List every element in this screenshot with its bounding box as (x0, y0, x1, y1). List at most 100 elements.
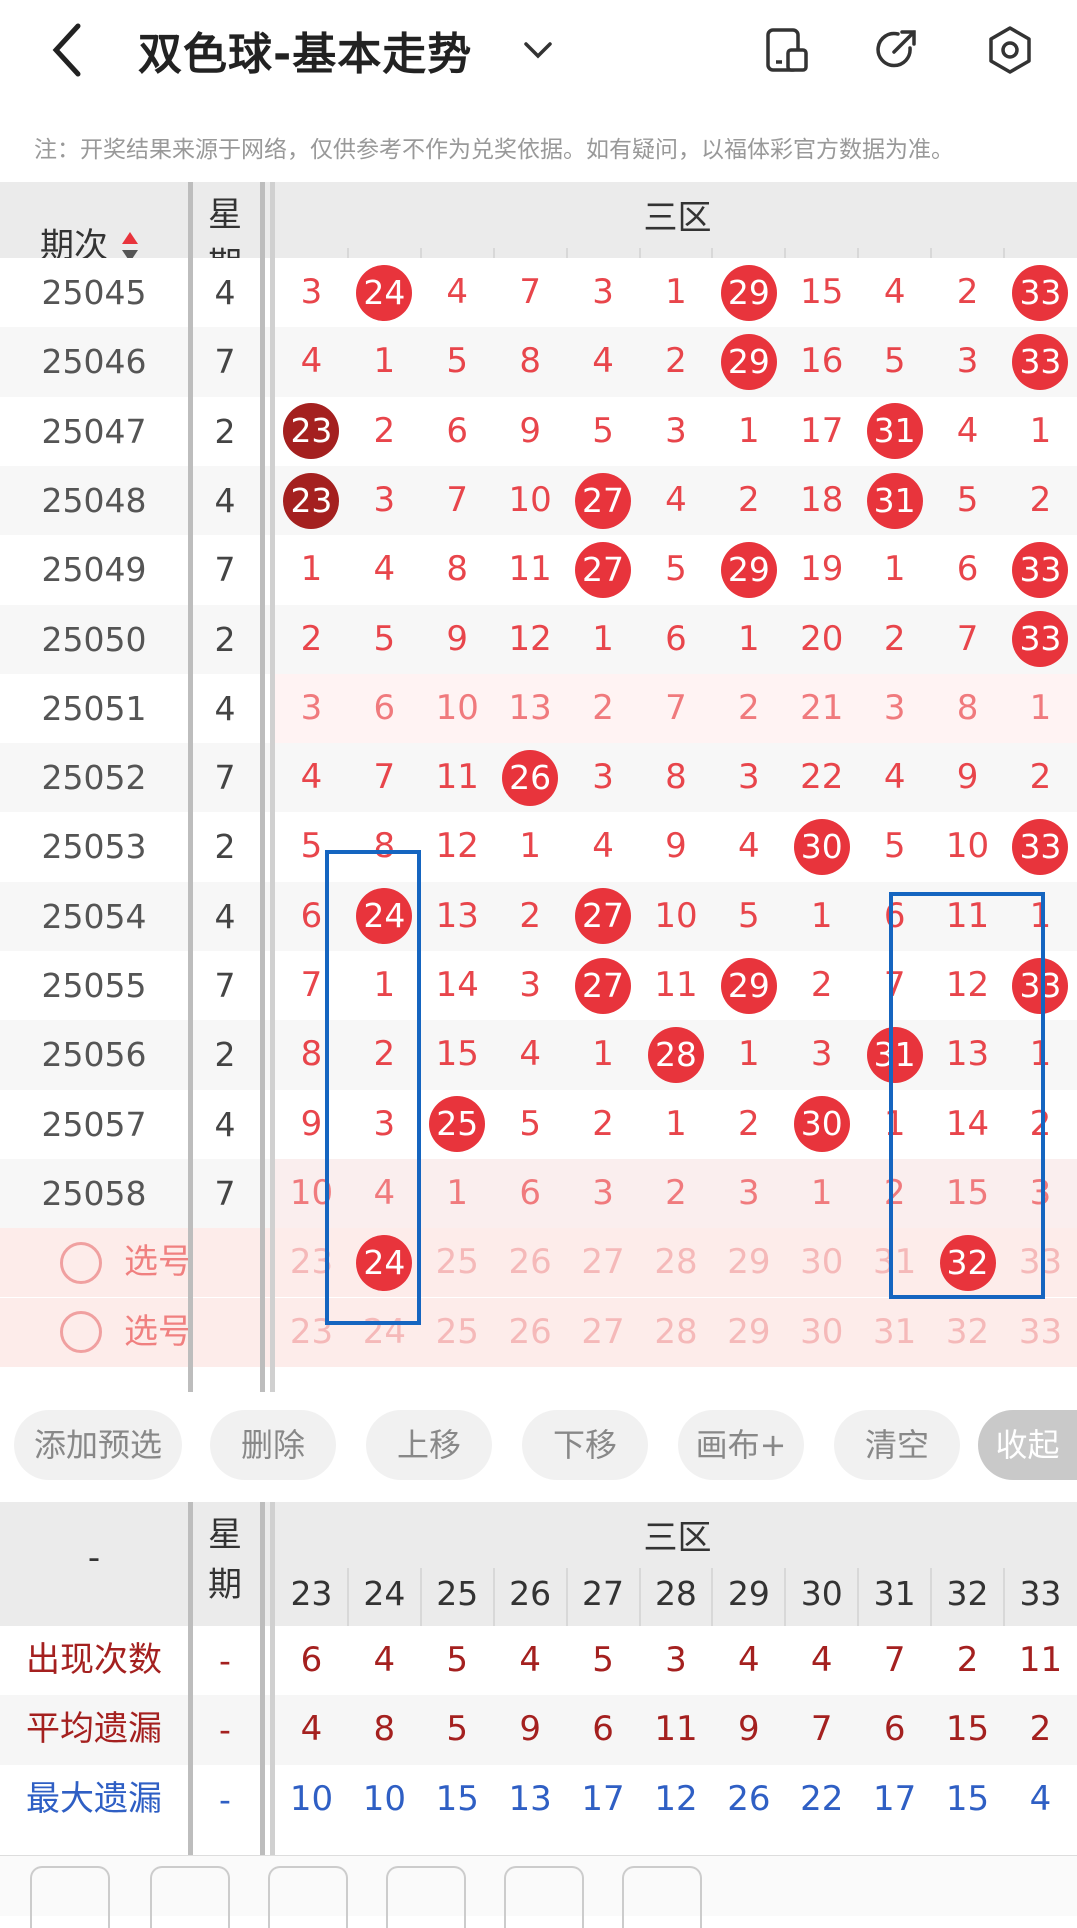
omission-cell: 3 (883, 687, 906, 728)
omission-cell: 11 (654, 965, 698, 1005)
stats-value: 2 (1029, 1709, 1052, 1750)
omission-cell: 4 (883, 272, 906, 312)
drawn-number-ball[interactable]: 33 (1012, 541, 1069, 598)
stats-value: 4 (300, 1709, 323, 1750)
collapse-button[interactable]: 收起 (978, 1410, 1077, 1480)
clear-button[interactable]: 清空 (834, 1410, 960, 1480)
period-cell: 25051 (41, 688, 147, 728)
drawn-number-ball[interactable]: 27 (575, 541, 632, 598)
selectable-number[interactable]: 25 (421, 1298, 494, 1367)
drawn-number-ball[interactable]: 30 (793, 819, 850, 876)
add-preselect-button[interactable]: 添加预选 (14, 1410, 182, 1480)
drawn-number-ball[interactable]: 29 (720, 333, 777, 390)
drawn-number-ball[interactable]: 26 (502, 749, 559, 806)
omission-cell: 3 (956, 341, 979, 382)
share-icon[interactable] (870, 24, 922, 76)
selectable-number[interactable]: 30 (785, 1298, 858, 1367)
drawn-number-ball[interactable]: 25 (429, 1096, 486, 1153)
brush-tool-icon[interactable] (980, 1866, 1056, 1926)
drawn-number-ball[interactable]: 29 (720, 541, 777, 598)
select-radio-icon[interactable] (60, 1311, 102, 1354)
omission-cell: 2 (665, 341, 687, 382)
drawn-number-ball[interactable]: 33 (1012, 611, 1069, 668)
select-label: 选号 (124, 1242, 192, 1283)
circle-tool-icon[interactable] (504, 1866, 584, 1928)
period-cell: 25049 (41, 550, 147, 590)
table-row: 25047 2 23 2 6 9 5 3 1 17 31 4 1 (0, 396, 1077, 466)
omission-cell: 1 (592, 1034, 614, 1075)
stats-value: 11 (654, 1709, 698, 1750)
week-cell: 2 (214, 1035, 236, 1075)
phone-layout-icon[interactable] (760, 24, 812, 76)
canvas-plus-button[interactable]: 画布+ (678, 1410, 804, 1480)
drawn-number-ball[interactable]: 31 (866, 472, 923, 529)
text-tool-icon[interactable] (622, 1866, 702, 1928)
drawn-number-ball[interactable]: 27 (575, 957, 632, 1014)
omission-cell: 6 (665, 618, 687, 659)
drawn-number-ball[interactable]: 33 (1012, 264, 1069, 321)
omission-cell: 5 (956, 479, 979, 520)
week-cell: 7 (214, 342, 236, 382)
drawn-number-ball[interactable]: 28 (647, 1026, 704, 1083)
omission-cell: 5 (883, 826, 906, 867)
omission-cell: 1 (665, 272, 687, 312)
omission-cell: 8 (665, 757, 687, 798)
stats-value: 4 (810, 1640, 833, 1680)
annotation-box[interactable] (325, 850, 421, 1326)
selectable-number[interactable]: 31 (858, 1298, 931, 1367)
select-label: 选号 (124, 1311, 192, 1352)
selectable-number[interactable]: 32 (931, 1298, 1004, 1367)
omission-cell: 5 (883, 341, 906, 382)
settings-icon[interactable] (984, 24, 1036, 76)
selectable-number[interactable]: 30 (785, 1228, 858, 1297)
omission-cell: 10 (508, 479, 552, 520)
selectable-number[interactable]: 29 (712, 1228, 785, 1297)
selectable-number[interactable]: 27 (567, 1298, 640, 1367)
selectable-number[interactable]: 33 (1004, 1298, 1077, 1367)
curve-tool-icon[interactable] (268, 1866, 348, 1928)
move-down-button[interactable]: 下移 (522, 1410, 648, 1480)
drawn-number-ball[interactable]: 24 (356, 264, 413, 321)
drawn-number-ball[interactable]: 33 (1012, 333, 1069, 390)
drawn-number-ball[interactable]: 29 (720, 957, 777, 1014)
selectable-number[interactable]: 25 (421, 1228, 494, 1297)
drawn-number-ball[interactable]: 23 (283, 403, 340, 460)
drawn-number-ball[interactable]: 27 (575, 888, 632, 945)
line-tool-icon[interactable] (150, 1866, 230, 1928)
selectable-number[interactable]: 28 (640, 1298, 713, 1367)
drawn-number-ball[interactable]: 31 (866, 403, 923, 460)
rect-tool-icon[interactable] (386, 1866, 466, 1928)
omission-cell: 4 (592, 826, 614, 867)
delete-button[interactable]: 删除 (210, 1410, 336, 1480)
stats-row: 平均遗漏 - 4 8 5 9 6 11 9 7 6 15 2 (0, 1695, 1077, 1765)
omission-cell: 16 (800, 341, 844, 382)
page-title[interactable]: 双色球-基本走势 (138, 18, 472, 82)
selectable-number[interactable]: 26 (494, 1228, 567, 1297)
arrow-tool-icon[interactable] (30, 1866, 110, 1928)
table-row: 25048 4 23 3 7 10 27 4 2 18 31 5 2 (0, 465, 1077, 536)
stats-label: 最大遗漏 (26, 1778, 162, 1819)
selectable-number[interactable]: 28 (640, 1228, 713, 1297)
period-cell: 25053 (41, 827, 147, 867)
selectable-number[interactable]: 26 (494, 1298, 567, 1367)
stats-value: 9 (738, 1709, 760, 1750)
stats-value: 15 (945, 1778, 990, 1819)
annotation-box[interactable] (889, 891, 1046, 1300)
drawn-number-ball[interactable]: 27 (575, 472, 632, 529)
back-icon[interactable] (48, 22, 88, 78)
omission-cell: 5 (446, 341, 469, 382)
undo-tool-icon[interactable] (740, 1866, 816, 1926)
eraser-tool-icon[interactable] (860, 1866, 936, 1926)
drawn-number-ball[interactable]: 23 (283, 472, 340, 529)
chevron-down-icon[interactable] (518, 30, 558, 70)
move-up-button[interactable]: 上移 (366, 1410, 492, 1480)
drawn-number-ball[interactable]: 33 (1012, 819, 1069, 876)
select-radio-icon[interactable] (60, 1241, 102, 1284)
omission-cell: 13 (435, 895, 479, 936)
omission-cell: 4 (883, 757, 906, 798)
omission-cell: 2 (373, 410, 396, 451)
drawn-number-ball[interactable]: 29 (720, 264, 777, 321)
drawn-number-ball[interactable]: 30 (793, 1096, 850, 1153)
selectable-number[interactable]: 27 (567, 1228, 640, 1297)
selectable-number[interactable]: 29 (712, 1298, 785, 1367)
